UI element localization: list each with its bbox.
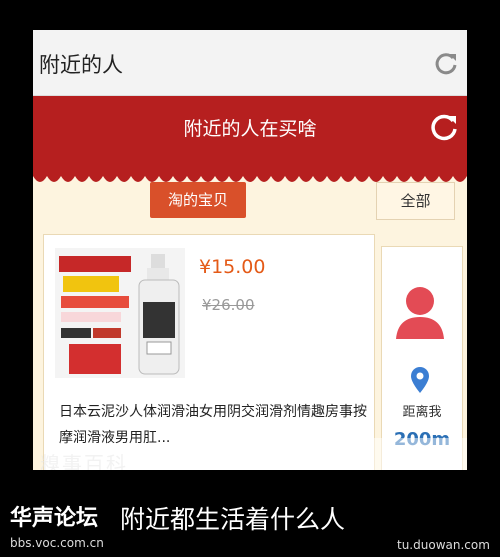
- refresh-icon[interactable]: [433, 50, 459, 76]
- banner: 附近的人在买啥: [33, 96, 467, 174]
- location-pin-icon: [411, 367, 429, 393]
- product-description[interactable]: 日本云泥沙人体润滑油女用阴交润滑剂情趣房事按摩润滑液男用肛...: [59, 399, 369, 451]
- product-image[interactable]: [55, 248, 185, 378]
- forum-logo: 华声论坛: [10, 505, 99, 531]
- product-price: ¥15.00: [199, 256, 266, 278]
- banner-title: 附近的人在买啥: [183, 118, 317, 140]
- page-title: 附近的人: [39, 53, 123, 77]
- distance-label: 距离我: [402, 405, 442, 420]
- watermark-text: 糗事百科: [40, 452, 128, 470]
- user-avatar-icon: [396, 287, 444, 339]
- product-card[interactable]: ¥15.00 ¥26.00 日本云泥沙人体润滑油女用阴交润滑剂情趣房事按摩润滑液…: [43, 234, 375, 470]
- app-screen: 附近的人 附近的人在买啥 淘的宝贝 全部 ¥15.00 ¥26.00 日本云泥沙…: [33, 30, 467, 470]
- watermark-overlay: [335, 438, 467, 470]
- all-filter-button[interactable]: 全部: [376, 182, 455, 220]
- nearby-user-card[interactable]: 距离我 200m: [381, 246, 463, 470]
- source-site-left: bbs.voc.com.cn: [10, 536, 104, 550]
- source-site-right: tu.duowan.com: [397, 538, 490, 552]
- product-original-price: ¥26.00: [202, 296, 255, 314]
- taobao-items-tab[interactable]: 淘的宝贝: [150, 182, 246, 218]
- image-caption: 附近都生活着什么人: [120, 505, 346, 534]
- refresh-icon-large[interactable]: [429, 112, 459, 142]
- product-image-art: [55, 248, 185, 378]
- top-bar: 附近的人: [33, 30, 467, 96]
